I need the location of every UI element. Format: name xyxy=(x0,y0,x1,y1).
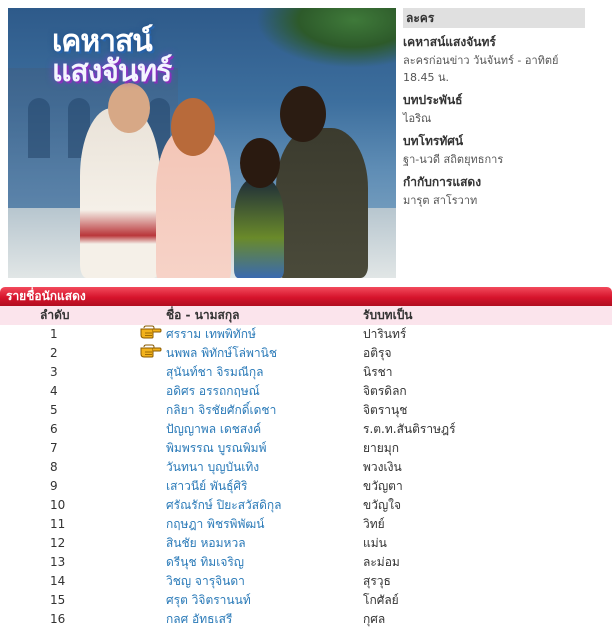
cast-number: 11 xyxy=(50,517,66,531)
table-row: 14 วิชญ จารุจินดา สุรวุธ xyxy=(0,572,612,591)
cast-role: ร.ต.ท.สันติราษฎร์ xyxy=(363,422,456,436)
cast-number: 7 xyxy=(50,441,58,455)
writer-value: ไอริณ xyxy=(403,112,432,125)
cast-number: 12 xyxy=(50,536,66,550)
pointing-hand-icon xyxy=(140,325,162,339)
writer-label: บทประพันธ์ xyxy=(403,93,463,107)
cast-name-link[interactable]: พิมพรรณ บูรณพิมพ์ xyxy=(166,439,267,458)
table-row: 4 อดิศร อรรถกฤษณ์ จิตรดิลก xyxy=(0,382,612,401)
table-row: 10 ศรัณรักษ์ ปิยะสวัสดิกุล ขวัญใจ xyxy=(0,496,612,515)
cast-role: นิรชา xyxy=(363,365,393,379)
cast-name-link[interactable]: กฤษฎา พิชรพิพัฒน์ xyxy=(166,515,264,534)
screenplay-value: ฐา-นวดี สถิตยุทธการ xyxy=(403,153,504,166)
table-row: 15 ศรุต วิจิตรานนท์ โกศัลย์ xyxy=(0,591,612,610)
table-row: 3 สุนันท์ชา จิรมณีกุล นิรชา xyxy=(0,363,612,382)
column-header-name: ชื่อ - นามสกุล xyxy=(166,308,240,322)
cast-number: 16 xyxy=(50,612,66,626)
poster-title-line2: แสงจันทร์ xyxy=(52,54,172,89)
category-header: ละคร xyxy=(403,8,585,28)
cast-number: 1 xyxy=(50,327,58,341)
cast-name-link[interactable]: ดรีนุช ทิมเจริญ xyxy=(166,553,244,572)
table-row: 12 สินชัย หอมหวล แม่น xyxy=(0,534,612,553)
cast-number: 2 xyxy=(50,346,58,360)
cast-rows: 1 ศรราม เทพพิทักษ์ ปารินทร์ 2 นพพล พิทักษ์โล… xyxy=(0,325,612,629)
cast-name-link[interactable]: กลศ อัทธเสรี xyxy=(166,610,232,629)
table-row: 16 กลศ อัทธเสรี กุศล xyxy=(0,610,612,629)
cast-name-link[interactable]: เสาวนีย์ พันธุ์ศิริ xyxy=(166,477,247,496)
actor-figure-1 xyxy=(80,108,160,278)
column-header-role: รับบทเป็น xyxy=(363,308,413,322)
pointing-hand-icon xyxy=(140,344,162,358)
cast-number: 10 xyxy=(50,498,66,512)
drama-info-panel: ละคร เคหาสน์แสงจันทร์ ละครก่อนข่าว วันจั… xyxy=(403,8,585,209)
cast-number: 3 xyxy=(50,365,58,379)
table-row: 6 ปัญญาพล เดชสงค์ ร.ต.ท.สันติราษฎร์ xyxy=(0,420,612,439)
cast-role: จิตรานุช xyxy=(363,403,408,417)
column-header-number: ลำดับ xyxy=(40,308,70,322)
cast-role: กุศล xyxy=(363,612,386,626)
screenplay-label: บทโทรทัศน์ xyxy=(403,134,464,148)
actor-figure-3 xyxy=(234,178,284,278)
cast-role: วิทย์ xyxy=(363,517,385,531)
cast-role: โกศัลย์ xyxy=(363,593,399,607)
cast-name-link[interactable]: กลิยา จิรชัยศักดิ์เดชา xyxy=(166,401,276,420)
cast-name-link[interactable]: ศรุต วิจิตรานนท์ xyxy=(166,591,251,610)
cast-name-link[interactable]: ปัญญาพล เดชสงค์ xyxy=(166,420,261,439)
cast-name-link[interactable]: นพพล พิทักษ์โล่พานิช xyxy=(166,344,277,363)
cast-role: ยายมุก xyxy=(363,441,399,455)
cast-number: 9 xyxy=(50,479,58,493)
actor-head-4 xyxy=(280,86,326,142)
cast-role: แม่น xyxy=(363,536,387,550)
cast-role: ขวัญใจ xyxy=(363,498,402,512)
cast-role: ขวัญตา xyxy=(363,479,403,493)
cast-number: 13 xyxy=(50,555,66,569)
table-row: 7 พิมพรรณ บูรณพิมพ์ ยายมุก xyxy=(0,439,612,458)
cast-role: พวงเงิน xyxy=(363,460,402,474)
actor-head-3 xyxy=(240,138,280,188)
table-row: 5 กลิยา จิรชัยศักดิ์เดชา จิตรานุช xyxy=(0,401,612,420)
cast-name-link[interactable]: วิชญ จารุจินดา xyxy=(166,572,245,591)
cast-name-link[interactable]: อดิศร อรรถกฤษณ์ xyxy=(166,382,260,401)
cast-role: อติรุจ xyxy=(363,346,392,360)
cast-name-link[interactable]: สุนันท์ชา จิรมณีกุล xyxy=(166,363,263,382)
table-row: 11 กฤษฎา พิชรพิพัฒน์ วิทย์ xyxy=(0,515,612,534)
cast-name-link[interactable]: สินชัย หอมหวล xyxy=(166,534,246,553)
cast-number: 5 xyxy=(50,403,58,417)
cast-number: 15 xyxy=(50,593,66,607)
table-row: 8 วันทนา บุญบันเทิง พวงเงิน xyxy=(0,458,612,477)
director-label: กำกับการแสดง xyxy=(403,175,482,189)
cast-role: ปารินทร์ xyxy=(363,327,407,341)
cast-name-link[interactable]: ศรัณรักษ์ ปิยะสวัสดิกุล xyxy=(166,496,282,515)
cast-number: 14 xyxy=(50,574,66,588)
cast-table-header: ลำดับ ชื่อ - นามสกุล รับบทเป็น xyxy=(0,306,612,325)
cast-name-link[interactable]: วันทนา บุญบันเทิง xyxy=(166,458,259,477)
table-row: 1 ศรราม เทพพิทักษ์ ปารินทร์ xyxy=(0,325,612,344)
table-row: 13 ดรีนุช ทิมเจริญ ละม่อม xyxy=(0,553,612,572)
airtime: ละครก่อนข่าว วันจันทร์ - อาทิตย์ 18.45 น… xyxy=(403,54,559,84)
table-row: 9 เสาวนีย์ พันธุ์ศิริ ขวัญตา xyxy=(0,477,612,496)
actor-head-2 xyxy=(171,98,215,156)
drama-poster-image: เคหาสน์ แสงจันทร์ xyxy=(8,8,396,278)
cast-role: จิตรดิลก xyxy=(363,384,407,398)
cast-role: สุรวุธ xyxy=(363,574,391,588)
director-value: มารุต สาโรวาท xyxy=(403,194,478,207)
cast-table: รายชื่อนักแสดง ลำดับ ชื่อ - นามสกุล รับบ… xyxy=(0,287,612,629)
cast-number: 8 xyxy=(50,460,58,474)
table-row: 2 นพพล พิทักษ์โล่พานิช อติรุจ xyxy=(0,344,612,363)
cast-section-title: รายชื่อนักแสดง xyxy=(0,287,612,306)
cast-role: ละม่อม xyxy=(363,555,400,569)
actor-figure-4 xyxy=(276,128,368,278)
show-title: เคหาสน์แสงจันทร์ xyxy=(403,35,496,49)
tree-leaves xyxy=(256,8,396,68)
cast-number: 6 xyxy=(50,422,58,436)
cast-name-link[interactable]: ศรราม เทพพิทักษ์ xyxy=(166,325,256,344)
cast-number: 4 xyxy=(50,384,58,398)
